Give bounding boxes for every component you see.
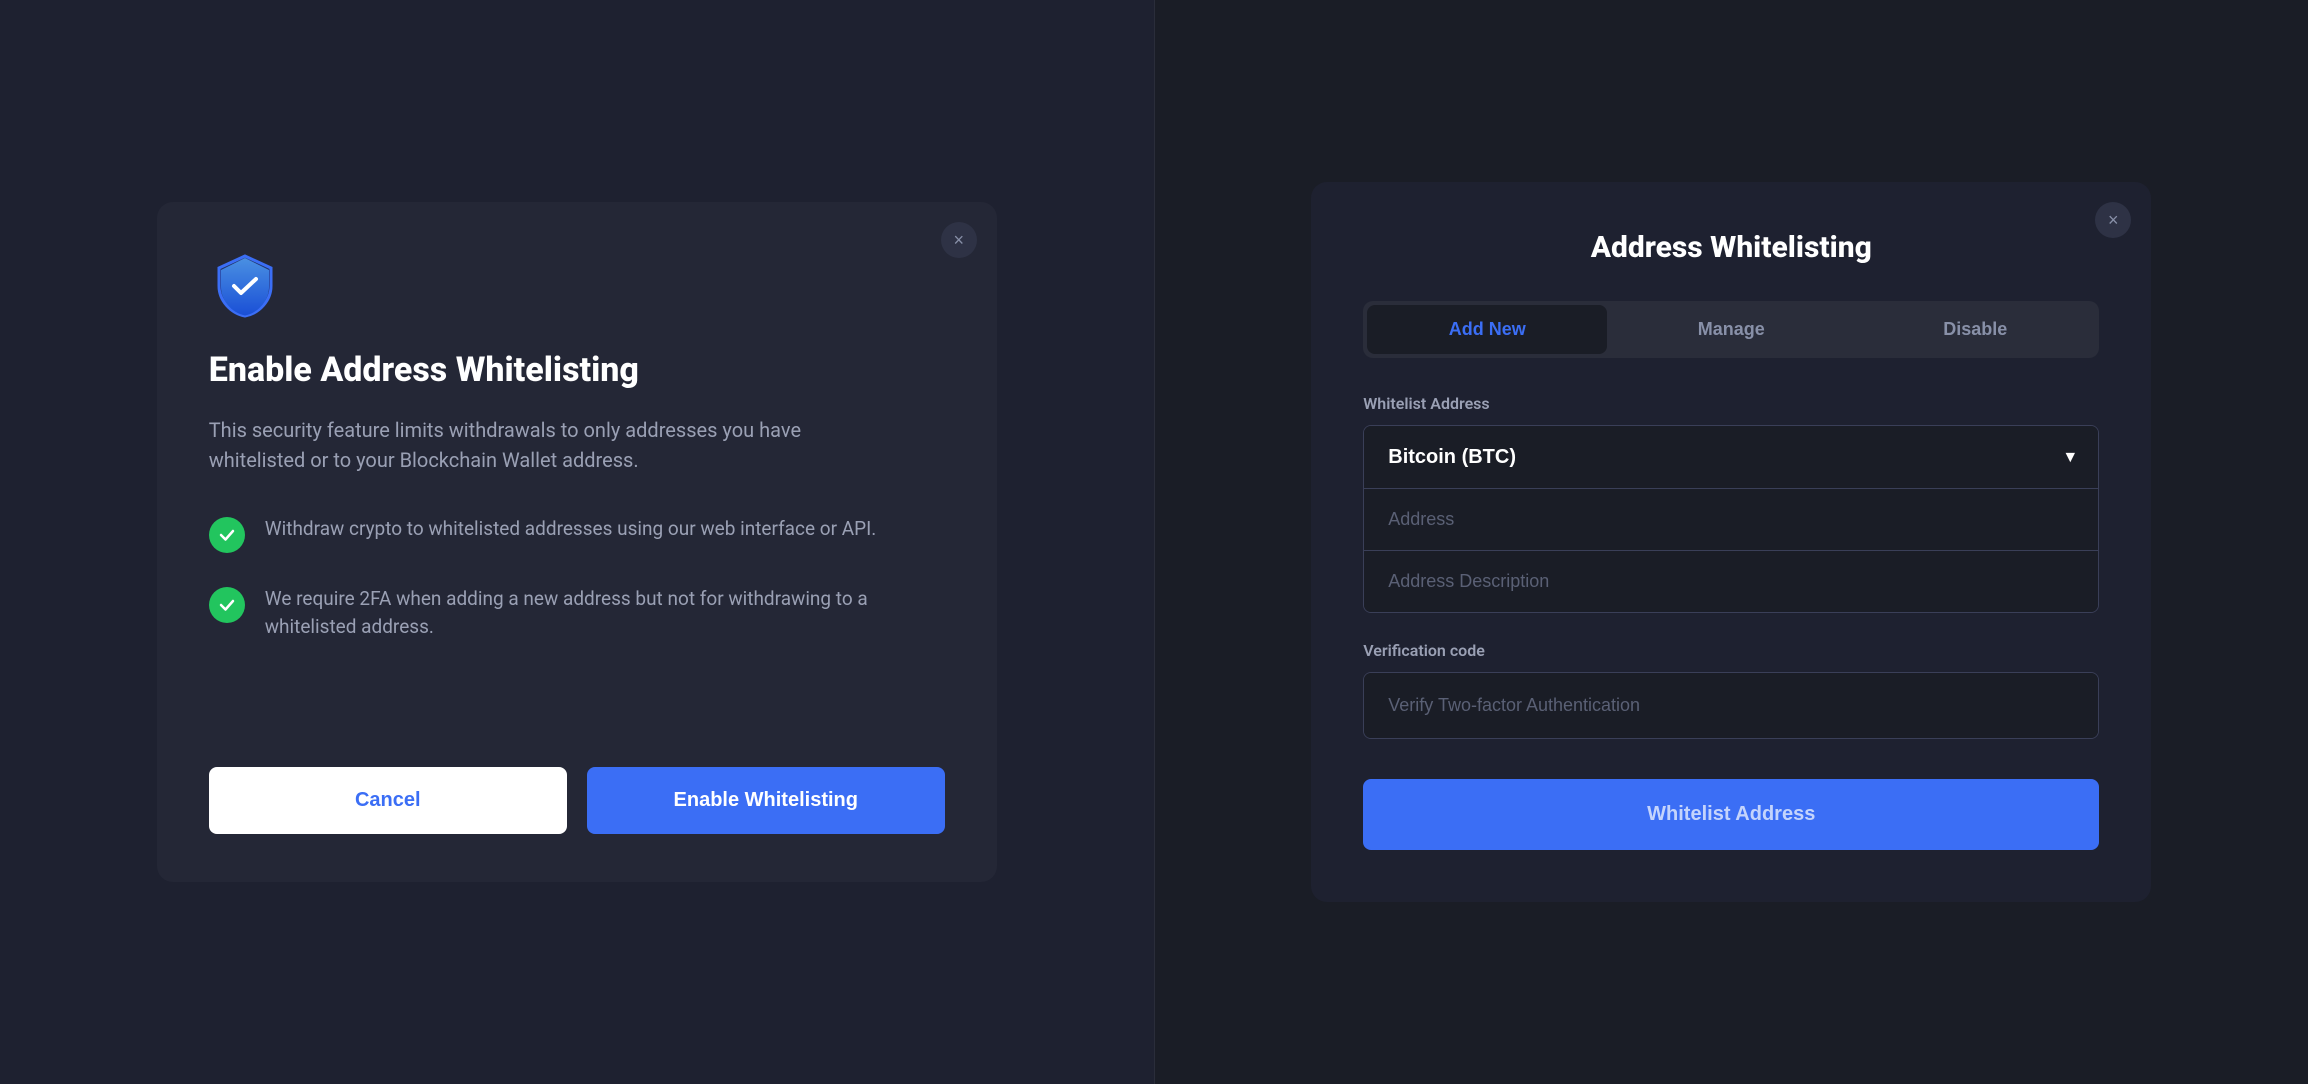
feature-text-2: We require 2FA when adding a new address… <box>265 585 945 642</box>
crypto-select-row: Bitcoin (BTC) Ethereum (ETH) Litecoin (L… <box>1364 426 2098 489</box>
tab-disable[interactable]: Disable <box>1855 305 2095 354</box>
cancel-button[interactable]: Cancel <box>209 767 567 834</box>
address-description-input[interactable] <box>1364 550 2098 612</box>
tab-manage[interactable]: Manage <box>1611 305 1851 354</box>
whitelist-address-button[interactable]: Whitelist Address <box>1363 779 2099 850</box>
features-list: Withdraw crypto to whitelisted addresses… <box>209 515 945 719</box>
close-button-right[interactable]: × <box>2095 202 2131 238</box>
feature-item-2: We require 2FA when adding a new address… <box>209 585 945 642</box>
check-circle-1 <box>209 517 245 553</box>
close-icon: × <box>953 231 964 249</box>
crypto-select[interactable]: Bitcoin (BTC) Ethereum (ETH) Litecoin (L… <box>1364 426 2098 488</box>
verify-input-wrapper <box>1363 672 2099 739</box>
left-panel: × Enable Address Whitelisting This secur… <box>0 0 1154 1084</box>
address-input[interactable] <box>1364 489 2098 550</box>
verify-2fa-input[interactable] <box>1364 673 2098 738</box>
feature-text-1: Withdraw crypto to whitelisted addresses… <box>265 515 877 544</box>
close-button-left[interactable]: × <box>941 222 977 258</box>
whitelist-address-label: Whitelist Address <box>1363 394 2099 413</box>
address-whitelisting-modal: × Address Whitelisting Add New Manage Di… <box>1311 182 2151 902</box>
shield-icon <box>209 250 281 322</box>
modal-description: This security feature limits withdrawals… <box>209 415 889 475</box>
tabs-container: Add New Manage Disable <box>1363 301 2099 358</box>
enable-whitelisting-modal: × Enable Address Whitelisting This secur… <box>157 202 997 882</box>
right-panel: × Address Whitelisting Add New Manage Di… <box>1154 0 2308 1084</box>
tab-add-new[interactable]: Add New <box>1367 305 1607 354</box>
modal-actions: Cancel Enable Whitelisting <box>209 767 945 834</box>
check-circle-2 <box>209 587 245 623</box>
close-icon-right: × <box>2108 211 2119 229</box>
address-input-group: Bitcoin (BTC) Ethereum (ETH) Litecoin (L… <box>1363 425 2099 613</box>
verification-section: Verification code <box>1363 641 2099 739</box>
modal-title-left: Enable Address Whitelisting <box>209 350 945 391</box>
enable-whitelisting-button[interactable]: Enable Whitelisting <box>587 767 945 834</box>
verification-code-label: Verification code <box>1363 641 2099 660</box>
feature-item-1: Withdraw crypto to whitelisted addresses… <box>209 515 945 553</box>
modal-title-right: Address Whitelisting <box>1363 230 2099 265</box>
